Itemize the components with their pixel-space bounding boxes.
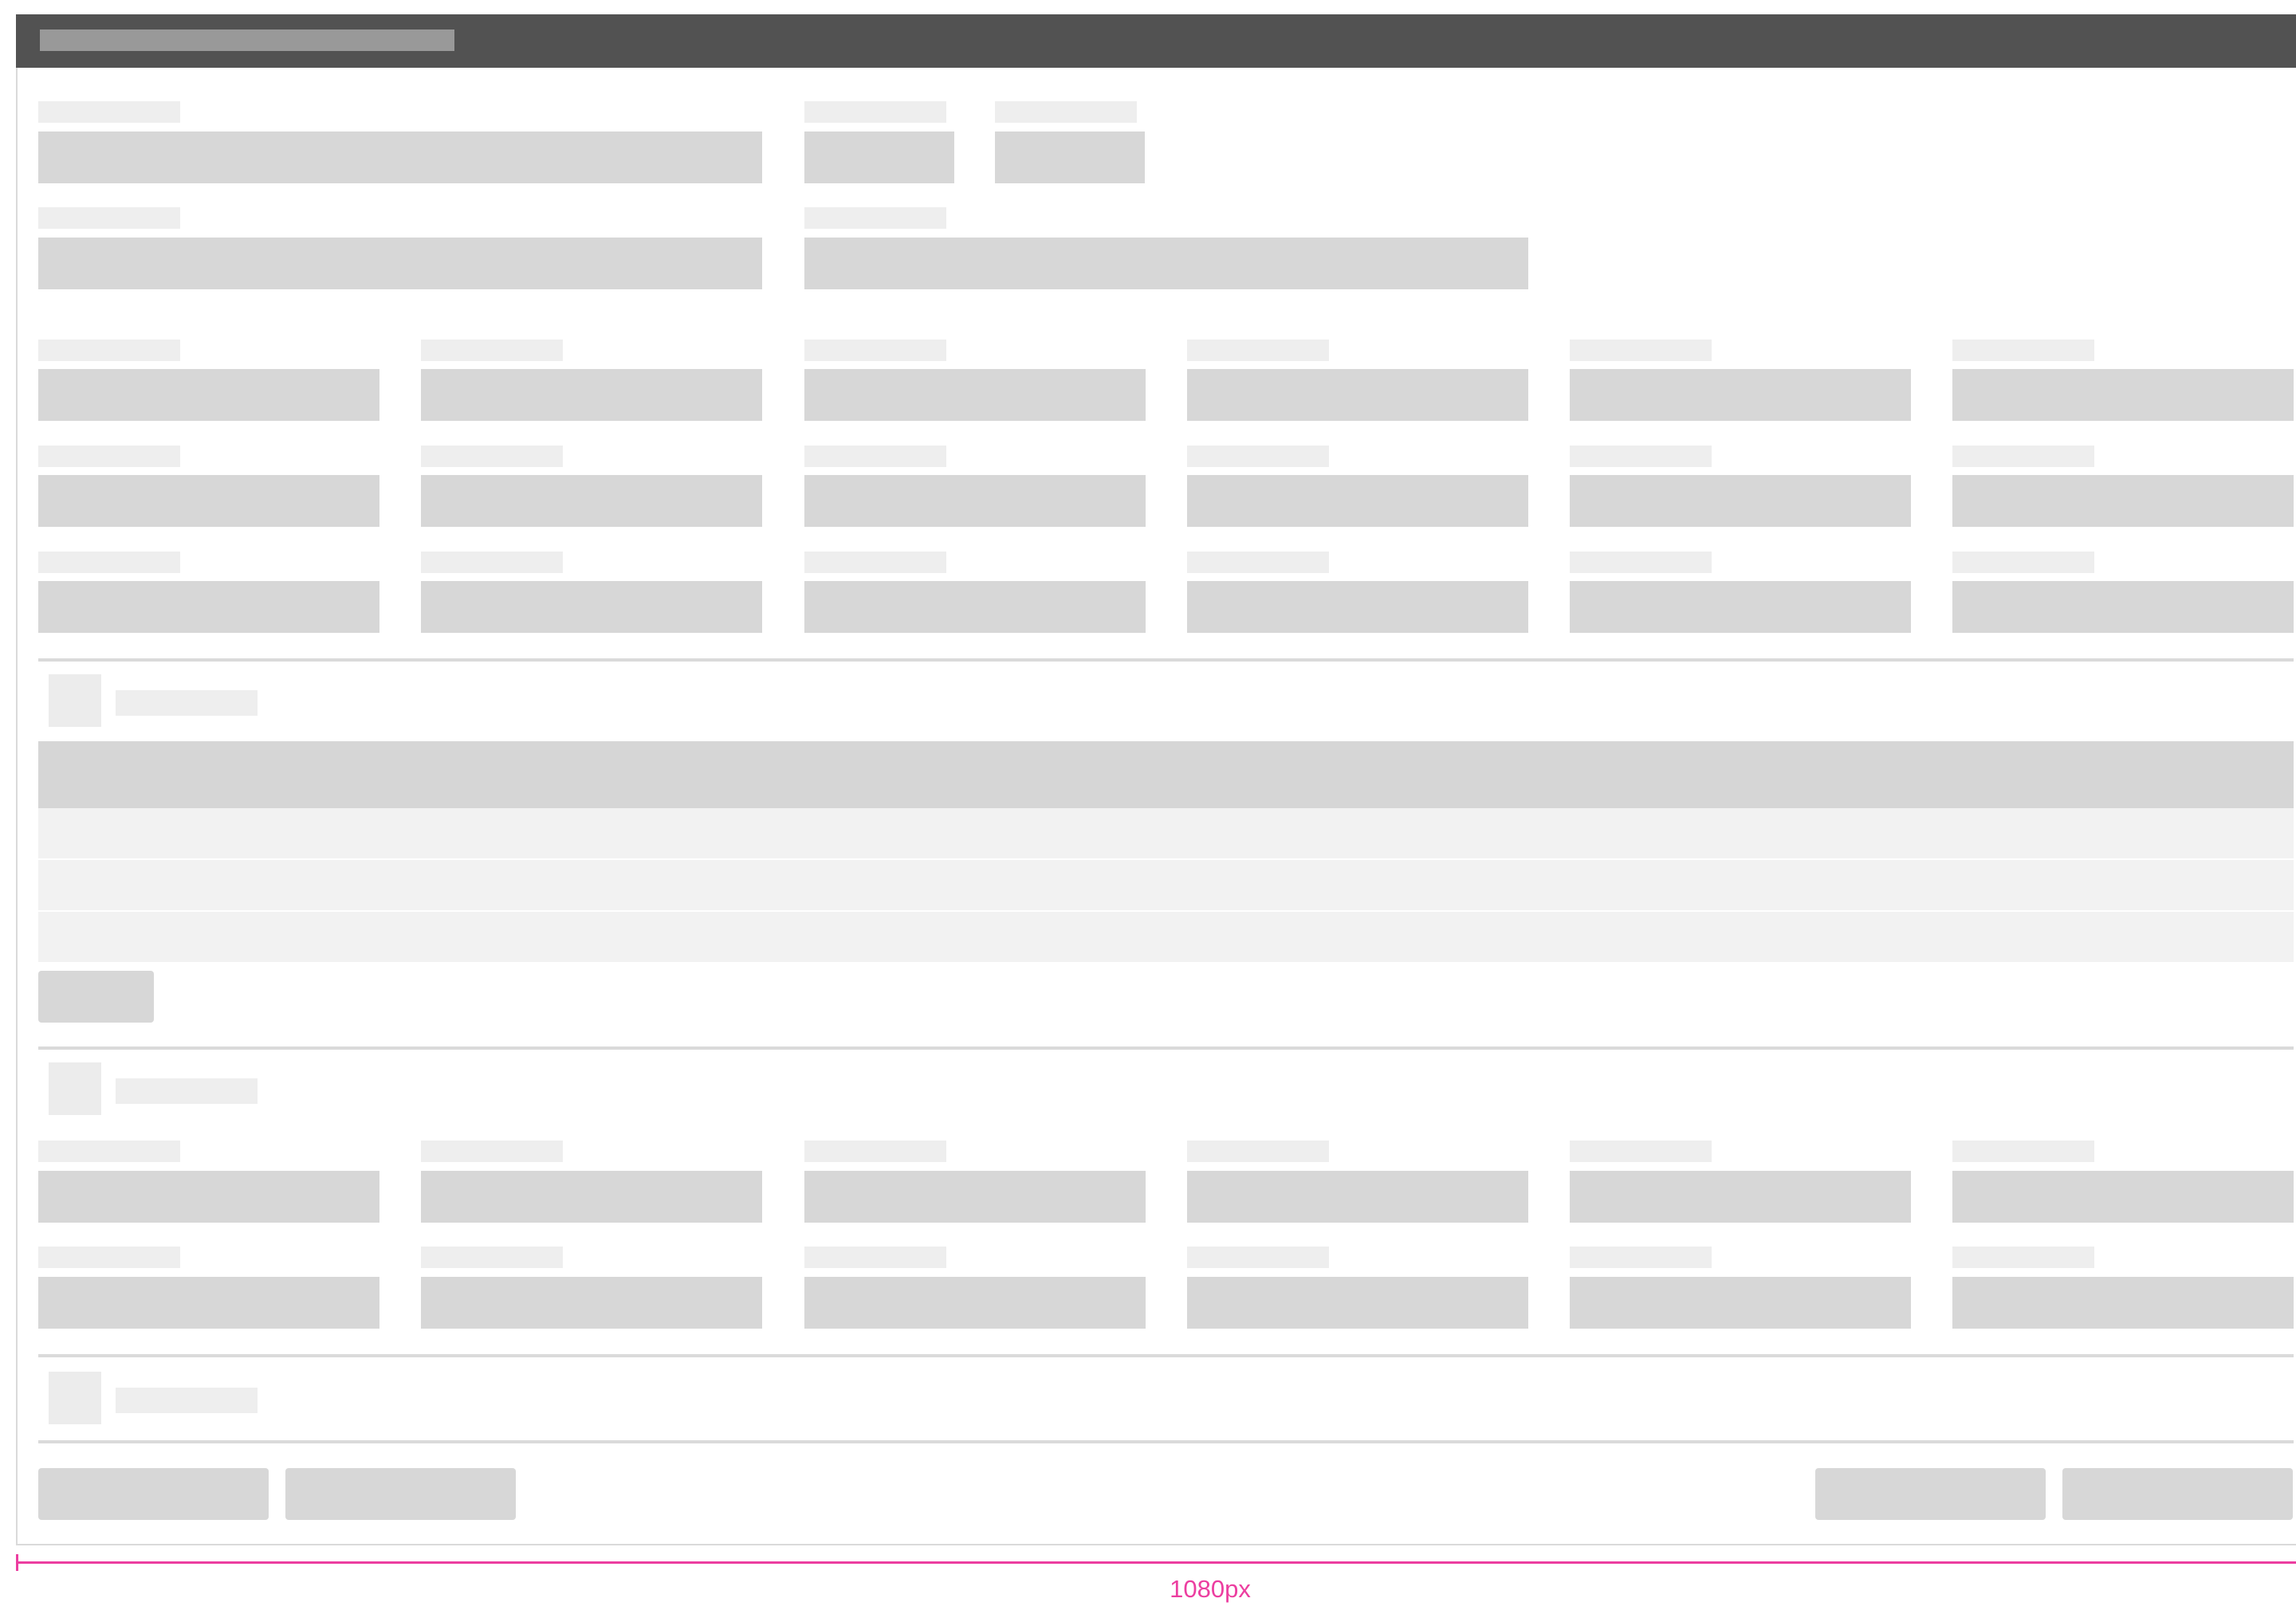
field-label bbox=[421, 1247, 563, 1268]
field-label bbox=[1570, 1247, 1712, 1268]
field-label bbox=[38, 101, 180, 123]
text-field[interactable] bbox=[1952, 581, 2294, 633]
text-field[interactable] bbox=[38, 369, 379, 421]
table-header bbox=[38, 741, 2294, 808]
section-title bbox=[116, 1078, 258, 1104]
text-field[interactable] bbox=[421, 369, 762, 421]
footer-button-left-2[interactable] bbox=[285, 1468, 516, 1520]
add-row-button[interactable] bbox=[38, 971, 154, 1023]
text-field-short[interactable] bbox=[995, 132, 1145, 183]
text-field[interactable] bbox=[1570, 1171, 1911, 1223]
field-label bbox=[995, 101, 1137, 123]
text-field[interactable] bbox=[1570, 369, 1911, 421]
field-label bbox=[1952, 1141, 2094, 1162]
text-field[interactable] bbox=[804, 1171, 1146, 1223]
text-field[interactable] bbox=[804, 369, 1146, 421]
text-field[interactable] bbox=[421, 581, 762, 633]
dimension-line bbox=[16, 1561, 2296, 1564]
text-field[interactable] bbox=[1187, 475, 1528, 527]
field-label bbox=[421, 446, 563, 467]
field-label bbox=[804, 340, 946, 361]
text-field[interactable] bbox=[804, 581, 1146, 633]
text-field[interactable] bbox=[38, 1171, 379, 1223]
text-field[interactable] bbox=[421, 1277, 762, 1329]
field-label bbox=[421, 340, 563, 361]
field-label bbox=[1187, 1247, 1329, 1268]
text-field[interactable] bbox=[1570, 1277, 1911, 1329]
field-label bbox=[804, 1141, 946, 1162]
text-field-wide[interactable] bbox=[804, 238, 1528, 289]
field-label bbox=[1952, 340, 2094, 361]
text-field-wide[interactable] bbox=[38, 132, 762, 183]
text-field[interactable] bbox=[1187, 1171, 1528, 1223]
dimension-tick bbox=[16, 1554, 18, 1571]
text-field[interactable] bbox=[1187, 581, 1528, 633]
field-label bbox=[38, 1247, 180, 1268]
text-field[interactable] bbox=[38, 1277, 379, 1329]
text-field[interactable] bbox=[38, 581, 379, 633]
field-label bbox=[38, 207, 180, 229]
section-toggle-icon[interactable] bbox=[49, 1372, 101, 1424]
section-title bbox=[116, 1388, 258, 1413]
field-label bbox=[1187, 446, 1329, 467]
table-row[interactable] bbox=[38, 912, 2294, 962]
field-label bbox=[804, 101, 946, 123]
table-row[interactable] bbox=[38, 860, 2294, 910]
footer-button-right-2[interactable] bbox=[2062, 1468, 2293, 1520]
text-field[interactable] bbox=[1570, 581, 1911, 633]
footer-button-right-1[interactable] bbox=[1815, 1468, 2046, 1520]
field-label bbox=[421, 552, 563, 573]
field-label bbox=[804, 207, 946, 229]
field-label bbox=[1952, 552, 2094, 573]
text-field-short[interactable] bbox=[804, 132, 954, 183]
text-field[interactable] bbox=[421, 475, 762, 527]
field-label bbox=[1187, 1141, 1329, 1162]
section-divider bbox=[38, 1354, 2294, 1357]
text-field[interactable] bbox=[1952, 1171, 2294, 1223]
text-field[interactable] bbox=[1952, 369, 2294, 421]
field-label bbox=[1187, 552, 1329, 573]
text-field[interactable] bbox=[1952, 475, 2294, 527]
field-label bbox=[38, 552, 180, 573]
footer-button-left-1[interactable] bbox=[38, 1468, 269, 1520]
field-label bbox=[38, 340, 180, 361]
text-field-wide[interactable] bbox=[38, 238, 762, 289]
section-toggle-icon[interactable] bbox=[49, 1062, 101, 1115]
section-divider bbox=[38, 658, 2294, 662]
field-label bbox=[804, 446, 946, 467]
window-title-placeholder bbox=[40, 29, 454, 51]
title-bar bbox=[16, 14, 2296, 68]
field-label bbox=[1570, 340, 1712, 361]
field-label bbox=[38, 1141, 180, 1162]
table-row[interactable] bbox=[38, 808, 2294, 858]
field-label bbox=[1187, 340, 1329, 361]
text-field[interactable] bbox=[38, 475, 379, 527]
field-label bbox=[804, 552, 946, 573]
dimension-label: 1080px bbox=[1170, 1575, 1251, 1603]
text-field[interactable] bbox=[804, 1277, 1146, 1329]
text-field[interactable] bbox=[1187, 369, 1528, 421]
text-field[interactable] bbox=[1187, 1277, 1528, 1329]
section-toggle-icon[interactable] bbox=[49, 674, 101, 727]
text-field[interactable] bbox=[1570, 475, 1911, 527]
text-field[interactable] bbox=[804, 475, 1146, 527]
section-title bbox=[116, 690, 258, 716]
section-divider bbox=[38, 1046, 2294, 1050]
field-label bbox=[1952, 446, 2094, 467]
field-label bbox=[38, 446, 180, 467]
field-label bbox=[1952, 1247, 2094, 1268]
field-label bbox=[1570, 446, 1712, 467]
field-label bbox=[421, 1141, 563, 1162]
text-field[interactable] bbox=[1952, 1277, 2294, 1329]
field-label bbox=[804, 1247, 946, 1268]
footer-divider bbox=[38, 1440, 2294, 1443]
field-label bbox=[1570, 1141, 1712, 1162]
field-label bbox=[1570, 552, 1712, 573]
text-field[interactable] bbox=[421, 1171, 762, 1223]
